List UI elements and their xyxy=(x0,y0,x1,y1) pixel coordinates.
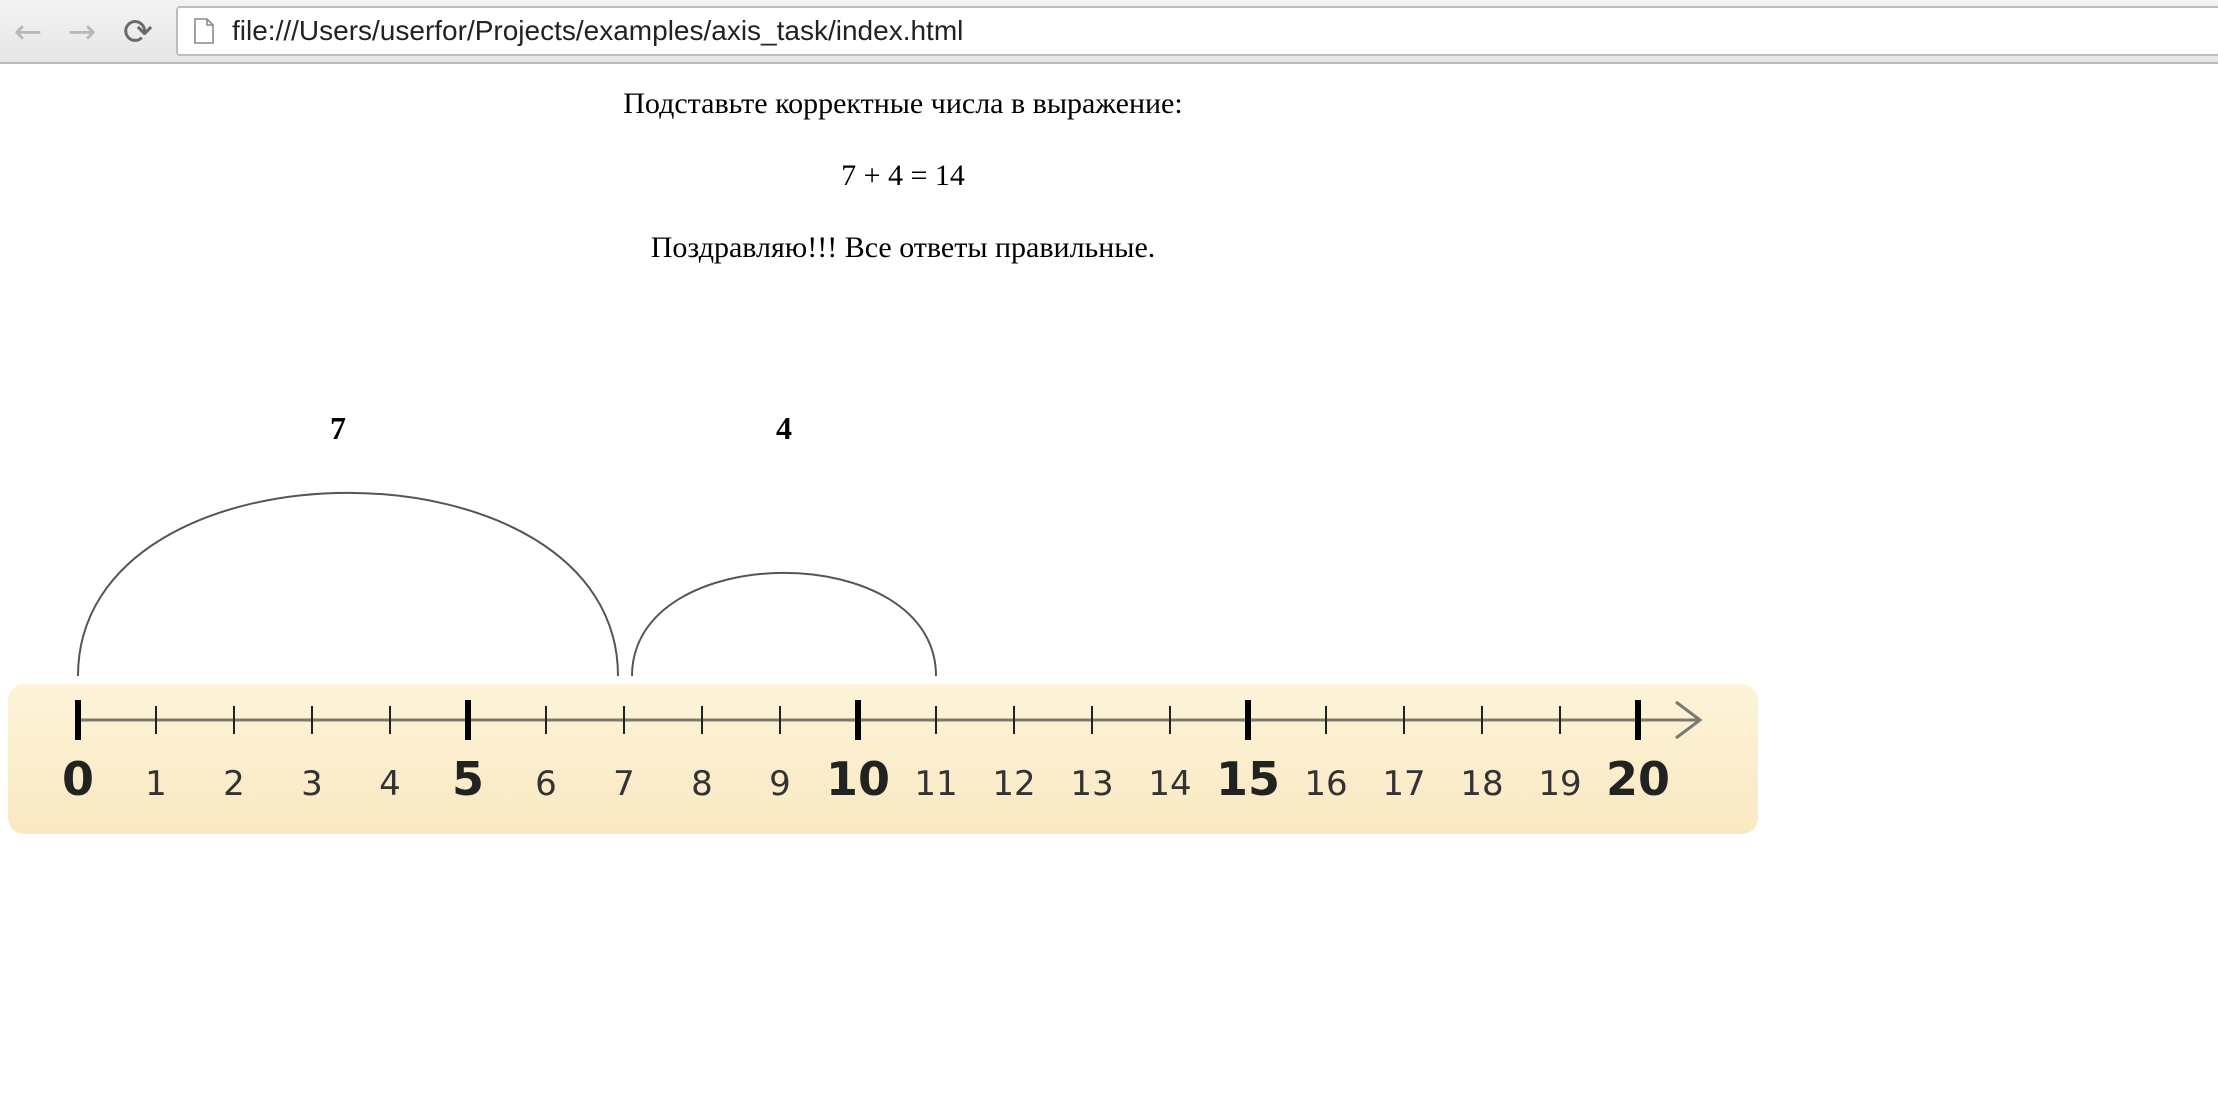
tick-label: 11 xyxy=(914,764,957,804)
expression-text: 7 + 4 = 14 xyxy=(841,159,965,192)
number-line-background xyxy=(8,684,1758,834)
tick-label: 8 xyxy=(691,764,713,804)
jump-arc xyxy=(631,572,937,677)
tick-label: 17 xyxy=(1382,764,1425,804)
tick-label: 7 xyxy=(613,764,635,804)
tick-label: 13 xyxy=(1070,764,1113,804)
tick-label: 10 xyxy=(826,752,890,806)
reload-button[interactable]: ⟳ xyxy=(116,10,160,54)
arc-label: 7 xyxy=(330,410,346,446)
axis-arrow xyxy=(1675,700,1703,740)
page-icon xyxy=(194,18,214,44)
tick-label: 0 xyxy=(62,752,94,806)
arrow-right-icon: → xyxy=(67,12,97,52)
tick-label: 9 xyxy=(769,764,791,804)
forward-button[interactable]: → xyxy=(60,10,104,54)
tick-label: 16 xyxy=(1304,764,1347,804)
instruction-text: Подставьте корректные числа в выражение: xyxy=(623,87,1183,120)
address-bar[interactable]: file:///Users/userfor/Projects/examples/… xyxy=(176,6,2218,56)
back-button[interactable]: ← xyxy=(6,10,50,54)
tick-label: 14 xyxy=(1148,764,1191,804)
arrow-left-icon: ← xyxy=(13,12,43,52)
reload-icon: ⟳ xyxy=(122,11,154,53)
tick-label: 20 xyxy=(1606,752,1670,806)
tick-label: 6 xyxy=(535,764,557,804)
jump-arc xyxy=(77,492,619,677)
tick-label: 5 xyxy=(452,752,484,806)
tick-label: 2 xyxy=(223,764,245,804)
result-message: Поздравляю!!! Все ответы правильные. xyxy=(650,231,1156,264)
tick-label: 15 xyxy=(1216,752,1280,806)
tick-label: 12 xyxy=(992,764,1035,804)
tick-label: 4 xyxy=(379,764,401,804)
browser-toolbar: ← → ⟳ file:///Users/userfor/Projects/exa… xyxy=(0,0,2218,64)
arc-label: 4 xyxy=(776,410,792,446)
tick-label: 3 xyxy=(301,764,323,804)
tick-label: 19 xyxy=(1538,764,1581,804)
tick-label: 18 xyxy=(1460,764,1503,804)
url-text: file:///Users/userfor/Projects/examples/… xyxy=(232,15,964,46)
tick-label: 1 xyxy=(145,764,167,804)
